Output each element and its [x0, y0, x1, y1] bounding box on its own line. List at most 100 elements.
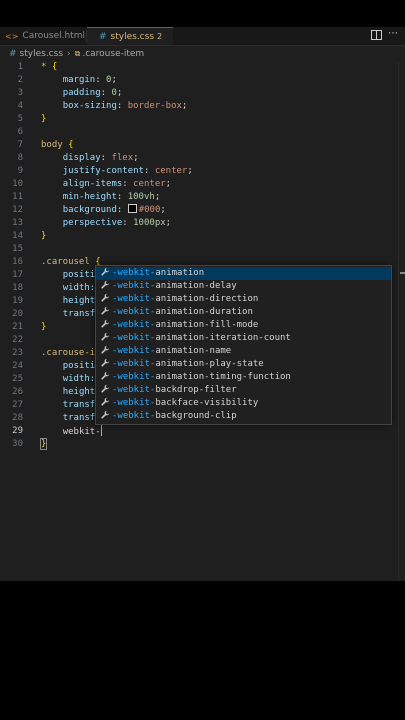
- code-token: :: [95, 75, 107, 85]
- suggestion-item[interactable]: -webkit-backdrop-filter: [96, 384, 391, 397]
- suggestion-item[interactable]: -webkit-animation-delay: [96, 280, 391, 293]
- breadcrumb-file[interactable]: styles.css: [20, 49, 63, 59]
- tab-label: styles.css: [110, 31, 155, 42]
- code-line[interactable]: 11 min-height: 100vh;: [0, 191, 405, 204]
- code-token: ;: [181, 101, 188, 111]
- code-token: perspective: [62, 218, 123, 228]
- suggestion-match: -webkit-: [112, 372, 156, 382]
- suggestion-item[interactable]: -webkit-animation-fill-mode: [96, 319, 391, 332]
- wrench-icon: [99, 306, 111, 320]
- breadcrumb: # styles.css › ⧉ .carouse-item: [0, 46, 405, 62]
- code-token: }: [41, 114, 47, 124]
- suggestion-item[interactable]: -webkit-animation-duration: [96, 306, 391, 319]
- code-line[interactable]: 4 box-sizing: border-box;: [0, 100, 405, 113]
- code-line[interactable]: 29 webkit-: [0, 425, 405, 438]
- code-token: .carousel: [41, 257, 96, 267]
- breadcrumb-symbol[interactable]: .carouse-item: [82, 49, 144, 59]
- suggestion-match: -webkit-: [112, 281, 156, 291]
- code-token: body: [41, 140, 69, 150]
- suggestion-item[interactable]: -webkit-animation-direction: [96, 293, 391, 306]
- code-line[interactable]: 7 body {: [0, 139, 405, 152]
- wrench-icon: [99, 345, 111, 359]
- suggestion-widget[interactable]: -webkit-animation -webkit-animation-delay…: [95, 265, 392, 425]
- line-number: 23: [12, 348, 23, 358]
- wrench-icon: [99, 293, 111, 307]
- tab-carousel-html[interactable]: <> Carousel.html: [0, 27, 86, 45]
- line-number: 7: [17, 140, 23, 150]
- ruler-marker: [400, 272, 405, 274]
- suggestion-item[interactable]: -webkit-animation: [96, 267, 391, 280]
- code-line[interactable]: 1 * {: [0, 61, 405, 74]
- more-actions-icon[interactable]: ⋯: [388, 28, 398, 39]
- line-text: min-height: 100vh;: [41, 191, 161, 204]
- code-line[interactable]: 3 padding: 0;: [0, 87, 405, 100]
- suggestion-item[interactable]: -webkit-background-clip: [96, 410, 391, 423]
- line-number: 21: [12, 322, 23, 332]
- suggestion-rest: backface-visibility: [155, 398, 259, 408]
- suggestion-match: -webkit-: [112, 268, 156, 278]
- code-token: border-box: [127, 101, 182, 111]
- suggestion-rest: animation-timing-function: [155, 372, 291, 382]
- suggestion-item[interactable]: -webkit-backface-visibility: [96, 397, 391, 410]
- code-token: height: [62, 387, 96, 397]
- code-token: }: [41, 231, 47, 241]
- split-editor-icon[interactable]: [371, 30, 382, 43]
- code-token: center: [154, 166, 188, 176]
- code-line[interactable]: 13 perspective: 1000px;: [0, 217, 405, 230]
- suggestion-item[interactable]: -webkit-animation-timing-function: [96, 371, 391, 384]
- suggestion-match: -webkit-: [112, 320, 156, 330]
- suggestion-label: -webkit-backface-visibility: [112, 397, 258, 410]
- code-line[interactable]: 5}: [0, 113, 405, 126]
- html-file-icon: <>: [5, 31, 19, 41]
- line-number: 4: [17, 101, 23, 111]
- code-token: {: [51, 62, 58, 72]
- code-line[interactable]: 12 background: #000;: [0, 204, 405, 217]
- tab-bar: <> Carousel.html # styles.css 2 ⋯: [0, 27, 405, 46]
- code-line[interactable]: 6: [0, 126, 405, 139]
- line-number: 12: [12, 205, 23, 215]
- wrench-icon: [99, 267, 111, 281]
- code-token: }: [39, 438, 48, 450]
- code-line[interactable]: 2 margin: 0;: [0, 74, 405, 87]
- suggestion-item[interactable]: -webkit-animation-name: [96, 345, 391, 358]
- line-number: 6: [17, 127, 23, 137]
- line-text: }: [41, 321, 46, 334]
- code-token: :: [116, 101, 128, 111]
- code-token: :: [100, 153, 112, 163]
- suggestion-label: -webkit-backdrop-filter: [112, 384, 237, 397]
- code-line[interactable]: 10 align-items: center;: [0, 178, 405, 191]
- line-text: }: [41, 113, 46, 126]
- code-line[interactable]: 30}: [0, 438, 405, 451]
- code-token: :: [122, 218, 134, 228]
- code-line[interactable]: 9 justify-content: center;: [0, 165, 405, 178]
- css-file-icon: #: [99, 31, 107, 42]
- suggestion-rest: backdrop-filter: [155, 385, 237, 395]
- suggestion-rest: animation: [155, 268, 205, 278]
- color-swatch-icon[interactable]: [127, 204, 137, 213]
- suggestion-match: -webkit-: [112, 294, 156, 304]
- tab-styles-css[interactable]: # styles.css 2: [87, 27, 173, 45]
- line-number: 27: [12, 400, 23, 410]
- line-text: box-sizing: border-box;: [41, 100, 188, 113]
- line-number: 5: [17, 114, 23, 124]
- code-line[interactable]: 8 display: flex;: [0, 152, 405, 165]
- code-token: }: [41, 322, 47, 332]
- suggestion-item[interactable]: -webkit-animation-iteration-count: [96, 332, 391, 345]
- suggestion-match: -webkit-: [112, 307, 156, 317]
- line-number: 9: [17, 166, 23, 176]
- overview-ruler[interactable]: [398, 62, 405, 581]
- suggestion-item[interactable]: -webkit-animation-play-state: [96, 358, 391, 371]
- code-line[interactable]: 14}: [0, 230, 405, 243]
- code-line[interactable]: 15: [0, 243, 405, 256]
- suggestion-label: -webkit-animation-fill-mode: [112, 319, 258, 332]
- line-text: width:: [41, 373, 96, 386]
- problem-count-badge: 2: [157, 32, 163, 41]
- code-token: width:: [62, 374, 96, 384]
- line-number: 19: [12, 296, 23, 306]
- code-token: margin: [62, 75, 96, 85]
